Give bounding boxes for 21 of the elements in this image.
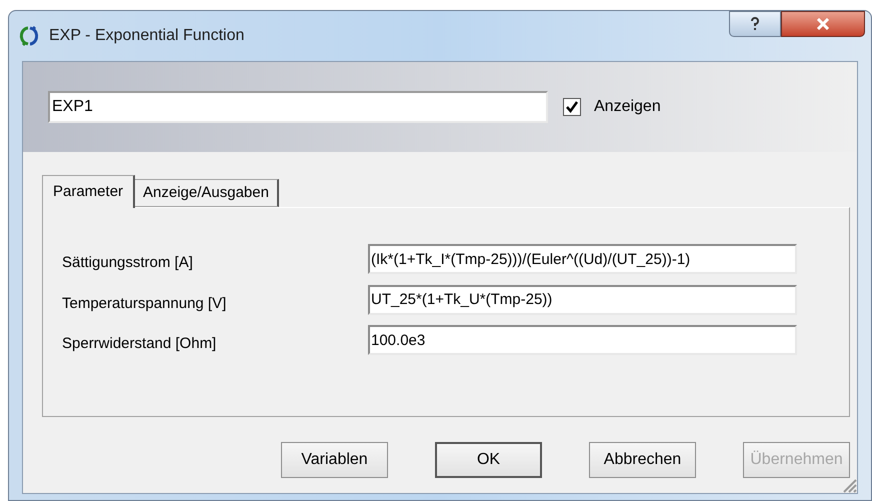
parameter-field[interactable]: 100.0e3 [368, 325, 797, 356]
resize-grip-icon [841, 477, 857, 493]
tab[interactable]: Anzeige/Ausgaben [135, 179, 279, 207]
dialog-button[interactable]: OK [435, 442, 542, 478]
help-button[interactable] [729, 11, 781, 37]
help-icon [750, 17, 760, 31]
close-icon [816, 18, 830, 30]
parameter-label: Sättigungsstrom [A] [62, 253, 194, 273]
dialog-button[interactable]: Abbrechen [589, 442, 696, 478]
name-field[interactable]: EXP1 [48, 91, 548, 123]
window-title: EXP - Exponential Function [49, 26, 244, 46]
tab[interactable]: Parameter [42, 175, 136, 208]
show-checkbox[interactable] [563, 98, 581, 116]
parameter-label: Temperaturspannung [V] [62, 294, 228, 314]
parameter-field[interactable]: (Ik*(1+Tk_I*(Tmp-25)))/(Euler^((Ud)/(UT_25))-1) [368, 244, 797, 274]
close-button[interactable] [781, 11, 865, 37]
sync-arrows-icon [19, 25, 39, 47]
parameter-field[interactable]: UT_25*(1+Tk_U*(Tmp-25)) [368, 284, 797, 315]
checkbox-label: Anzeigen [594, 97, 661, 117]
dialog-button[interactable]: Variablen [281, 442, 388, 478]
parameter-label: Sperrwiderstand [Ohm] [62, 334, 218, 354]
